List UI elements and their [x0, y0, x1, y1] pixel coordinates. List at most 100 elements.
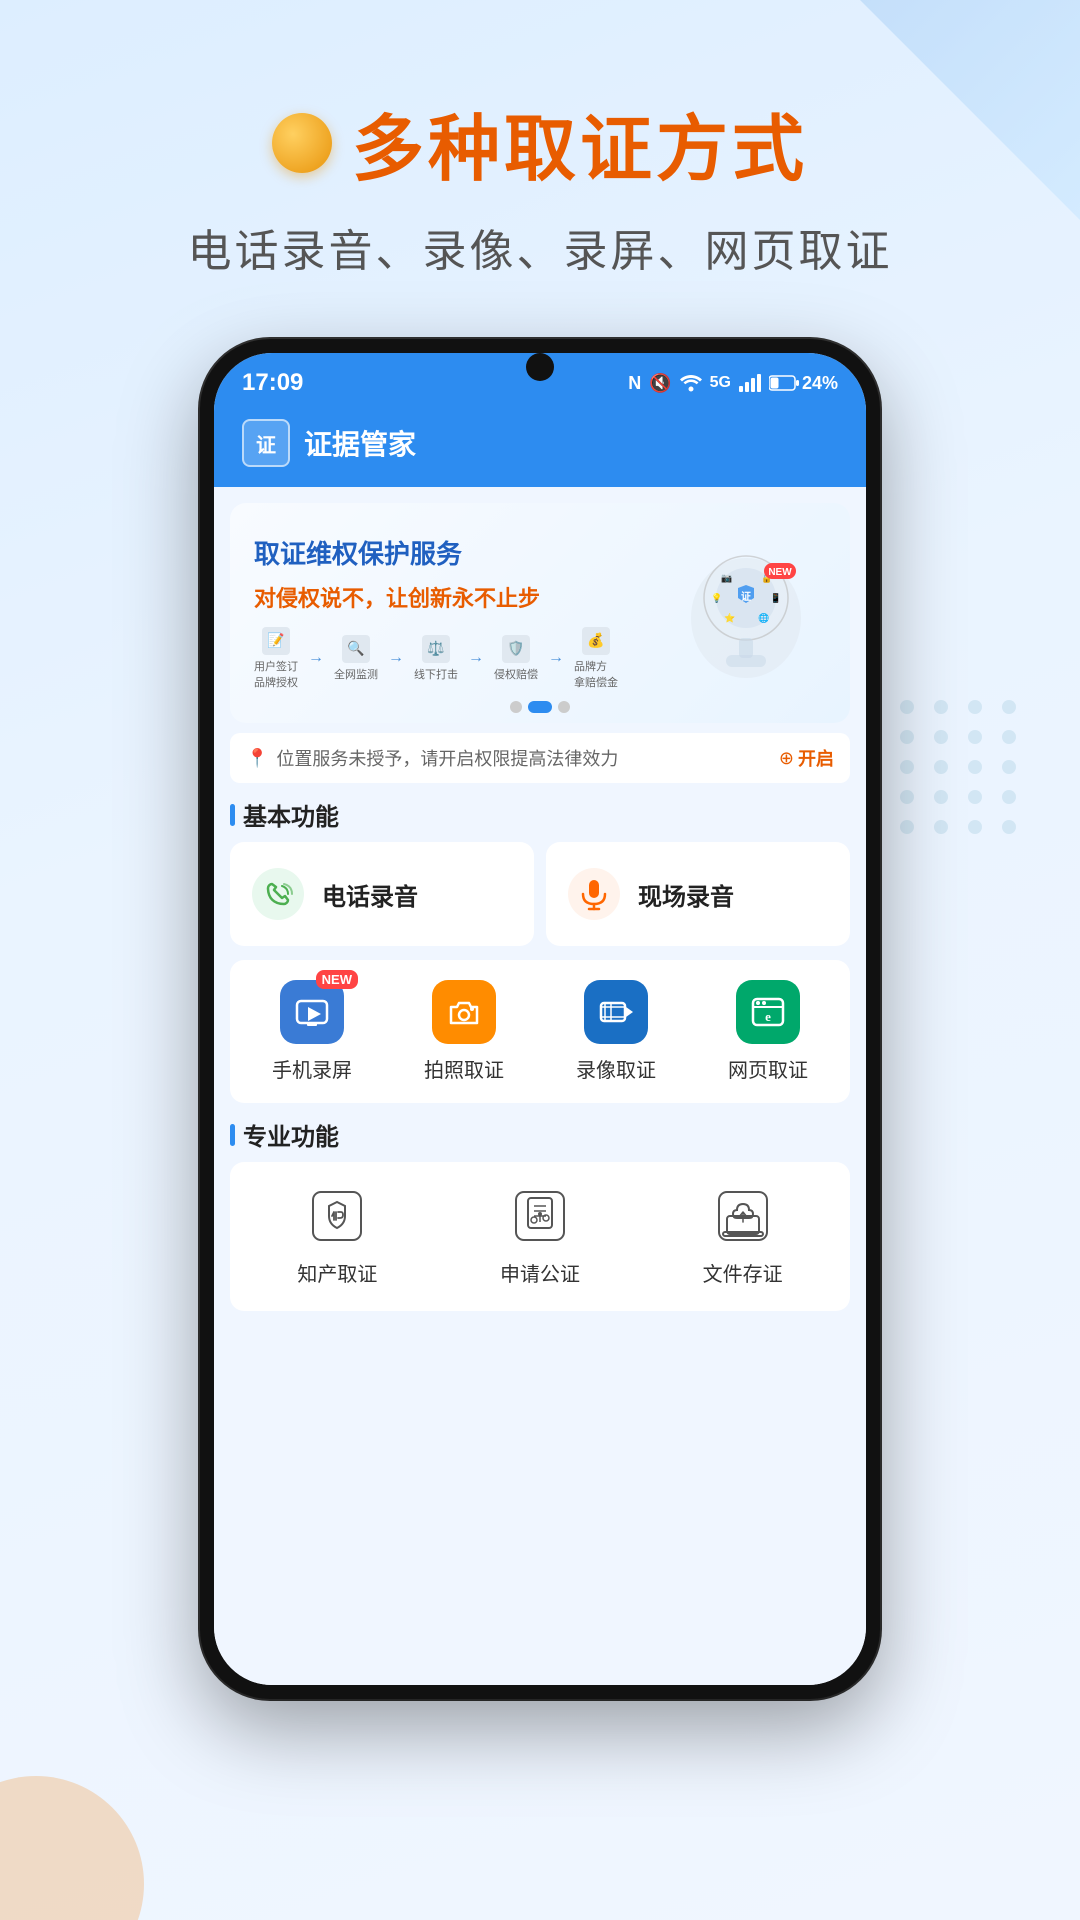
svg-text:📱: 📱 — [770, 592, 781, 603]
file-cloud-icon — [713, 1186, 773, 1246]
phone-record-button[interactable]: 电话录音 — [230, 842, 534, 946]
file-storage-label: 文件存证 — [703, 1258, 783, 1287]
banner-dot-2[interactable] — [528, 701, 552, 713]
status-time: 17:09 — [242, 369, 303, 397]
photo-evidence-label: 拍照取证 — [424, 1054, 504, 1083]
basic-section-title: 基本功能 — [230, 797, 850, 832]
step4-icon: 🛡️ — [502, 635, 530, 663]
mic-icon — [566, 866, 622, 922]
ip-evidence-icon — [307, 1186, 367, 1246]
field-record-label: 现场录音 — [638, 877, 734, 912]
arrow-icon-3: → — [468, 649, 484, 667]
header-section: 多种取证方式 电话录音、录像、录屏、网页取证 — [0, 0, 1080, 319]
basic-feature-grid: 电话录音 — [230, 842, 850, 946]
web-evidence-button[interactable]: e 网页取证 — [696, 980, 840, 1083]
banner-step-5: 💰 品牌方拿赔偿金 — [574, 627, 618, 690]
grid-feature-row: NEW 手机录屏 — [230, 960, 850, 1103]
phone-record-icon — [250, 866, 306, 922]
pro-section-title: 专业功能 — [230, 1117, 850, 1152]
web-icon-box: e — [736, 980, 800, 1044]
arrow-icon-4: → — [548, 649, 564, 667]
location-left: 📍 位置服务未授予，请开启权限提高法律效力 — [246, 745, 618, 771]
app-logo: 证 — [242, 419, 290, 467]
grid-features-section: NEW 手机录屏 — [230, 960, 850, 1103]
banner-text: 取证维权保护服务 对侵权说不，让创新永不止步 📝 用户签订品牌授权 → 🔍 — [254, 536, 666, 689]
banner-carousel[interactable]: 取证维权保护服务 对侵权说不，让创新永不止步 📝 用户签订品牌授权 → 🔍 — [230, 503, 850, 723]
banner-dot-3[interactable] — [558, 701, 570, 713]
banner-step-3: ⚖️ 线下打击 — [414, 635, 458, 682]
photo-evidence-button[interactable]: 拍照取证 — [392, 980, 536, 1083]
page-subtitle: 电话录音、录像、录屏、网页取证 — [188, 215, 893, 279]
video-evidence-wrap — [584, 980, 648, 1044]
basic-features-section: 基本功能 — [230, 797, 850, 946]
phone-content[interactable]: 取证维权保护服务 对侵权说不，让创新永不止步 📝 用户签订品牌授权 → 🔍 — [214, 487, 866, 1685]
svg-text:💡: 💡 — [711, 592, 722, 603]
banner-head-illustration: 证 📷 🔒 💡 📱 ⭐ 🌐 NEW — [676, 543, 816, 683]
screen-record-icon-box — [280, 980, 344, 1044]
svg-text:📷: 📷 — [721, 573, 732, 583]
status-icons: N 🔇 5G — [628, 373, 838, 394]
camera-icon-box — [432, 980, 496, 1044]
video-evidence-button[interactable]: 录像取证 — [544, 980, 688, 1083]
gold-dot-decoration — [272, 113, 332, 173]
location-notice-text: 位置服务未授予，请开启权限提高法律效力 — [276, 745, 618, 771]
arrow-icon-2: → — [388, 649, 404, 667]
svg-text:e: e — [765, 1009, 771, 1024]
video-icon-box — [584, 980, 648, 1044]
signal-bars-icon — [739, 374, 761, 392]
phone-outer: 17:09 N 🔇 5G — [200, 339, 880, 1699]
banner-title: 取证维权保护服务 — [254, 536, 666, 572]
notary-label: 申请公证 — [500, 1258, 580, 1287]
pro-feature-grid: 知产取证 — [230, 1162, 850, 1311]
file-storage-button[interactable]: 文件存证 — [645, 1186, 840, 1287]
web-evidence-label: 网页取证 — [728, 1054, 808, 1083]
app-header: 证 证据管家 — [214, 409, 866, 487]
location-notice[interactable]: 📍 位置服务未授予，请开启权限提高法律效力 ⊕ 开启 — [230, 733, 850, 783]
photo-evidence-wrap — [432, 980, 496, 1044]
location-open-action[interactable]: ⊕ 开启 — [779, 745, 834, 771]
phone-inner: 17:09 N 🔇 5G — [214, 353, 866, 1685]
banner-image: 证 📷 🔒 💡 📱 ⭐ 🌐 NEW — [666, 533, 826, 693]
open-location-icon: ⊕ — [779, 748, 794, 769]
banner-step-2: 🔍 全网监测 — [334, 635, 378, 682]
page-title: 多种取证方式 — [352, 90, 808, 195]
phone-mockup-container: 17:09 N 🔇 5G — [0, 339, 1080, 1699]
svg-text:🌐: 🌐 — [758, 612, 769, 623]
step2-icon: 🔍 — [342, 635, 370, 663]
camera-notch — [526, 353, 554, 381]
wifi-icon — [680, 374, 702, 392]
screen-record-label: 手机录屏 — [272, 1054, 352, 1083]
screen-record-button[interactable]: NEW 手机录屏 — [240, 980, 384, 1083]
notary-icon — [510, 1186, 570, 1246]
svg-text:证: 证 — [741, 591, 751, 603]
step3-icon: ⚖️ — [422, 635, 450, 663]
notary-button[interactable]: 申请公证 — [443, 1186, 638, 1287]
ip-evidence-button[interactable]: 知产取证 — [240, 1186, 435, 1287]
web-evidence-wrap: e — [736, 980, 800, 1044]
step1-icon: 📝 — [262, 627, 290, 655]
nfc-icon: N — [628, 373, 641, 394]
banner-slide: 取证维权保护服务 对侵权说不，让创新永不止步 📝 用户签订品牌授权 → 🔍 — [230, 503, 850, 723]
video-evidence-label: 录像取证 — [576, 1054, 656, 1083]
banner-step-1: 📝 用户签订品牌授权 — [254, 627, 298, 690]
location-pin-icon: 📍 — [246, 748, 268, 769]
banner-steps: 📝 用户签订品牌授权 → 🔍 全网监测 → ⚖️ — [254, 627, 666, 690]
new-badge: NEW — [316, 970, 358, 989]
svg-text:NEW: NEW — [768, 567, 792, 578]
svg-text:⭐: ⭐ — [724, 612, 735, 623]
app-name: 证据管家 — [304, 423, 416, 463]
battery-icon: 24% — [769, 373, 838, 394]
step5-icon: 💰 — [582, 627, 610, 655]
banner-subtitle: 对侵权说不，让创新永不止步 — [254, 581, 666, 613]
field-record-button[interactable]: 现场录音 — [546, 842, 850, 946]
bg-decoration-bottom-left — [0, 1740, 180, 1920]
banner-indicators — [510, 701, 570, 713]
screen-record-wrap: NEW — [280, 980, 344, 1044]
mute-icon: 🔇 — [649, 373, 671, 394]
pro-features-section: 专业功能 知产取证 — [230, 1117, 850, 1311]
arrow-icon: → — [308, 649, 324, 667]
location-open-label[interactable]: 开启 — [798, 745, 834, 771]
ip-evidence-label: 知产取证 — [297, 1258, 377, 1287]
header-title-row: 多种取证方式 — [272, 90, 808, 195]
banner-dot-1[interactable] — [510, 701, 522, 713]
